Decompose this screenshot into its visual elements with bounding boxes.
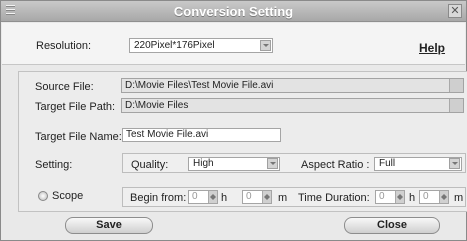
target-path-field[interactable]: D:\Movie Files — [121, 98, 464, 113]
target-path-value: D:\Movie Files — [125, 100, 189, 111]
duration-hours-unit: h — [409, 192, 416, 204]
title-bar[interactable]: Conversion Setting ✕ — [1, 1, 466, 22]
browse-source-button[interactable] — [449, 79, 463, 92]
aspect-ratio-select[interactable]: Full — [374, 157, 462, 171]
quality-select[interactable]: High — [188, 157, 280, 171]
target-name-value: Test Movie File.avi — [126, 129, 209, 140]
spin-arrows-icon[interactable] — [208, 191, 217, 203]
spin-arrows-icon[interactable] — [262, 191, 271, 203]
quality-label: Quality: — [131, 159, 169, 171]
source-file-label: Source File: — [35, 81, 94, 93]
setting-label: Setting: — [35, 159, 73, 171]
scope-radio[interactable] — [38, 191, 48, 201]
begin-hours-stepper[interactable]: 0 — [188, 190, 218, 204]
aspect-ratio-value: Full — [379, 158, 396, 169]
source-file-value: D:\Movie Files\Test Movie File.avi — [125, 80, 274, 91]
close-icon[interactable]: ✕ — [448, 4, 462, 18]
help-link[interactable]: Help — [419, 41, 445, 55]
aspect-ratio-label: Aspect Ratio : — [301, 159, 370, 171]
minutes-unit: m — [278, 192, 288, 204]
dropdown-arrow-icon[interactable] — [267, 158, 278, 169]
close-button[interactable]: Close — [344, 217, 440, 234]
dropdown-arrow-icon[interactable] — [449, 158, 460, 169]
resolution-select[interactable]: 220Pixel*176Pixel — [129, 38, 273, 53]
begin-hours-value: 0 — [192, 191, 198, 202]
spin-arrows-icon[interactable] — [439, 191, 448, 203]
duration-minutes-stepper[interactable]: 0 — [419, 190, 449, 204]
target-name-label: Target File Name: — [35, 131, 122, 143]
window-title: Conversion Setting — [173, 4, 294, 19]
begin-from-label: Begin from: — [130, 192, 187, 204]
time-duration-label: Time Duration: — [298, 192, 370, 204]
target-name-input[interactable]: Test Movie File.avi — [122, 128, 281, 142]
resolution-label: Resolution: — [36, 40, 92, 52]
source-file-field[interactable]: D:\Movie Files\Test Movie File.avi — [121, 78, 464, 93]
spin-arrows-icon[interactable] — [395, 191, 404, 203]
conversion-setting-window: Conversion Setting ✕ Resolution: 220Pixe… — [0, 0, 467, 241]
hours-unit: h — [221, 192, 228, 204]
browse-target-button[interactable] — [449, 99, 463, 112]
begin-minutes-value: 0 — [246, 191, 252, 202]
scope-label: Scope — [52, 190, 84, 202]
save-button[interactable]: Save — [65, 217, 153, 234]
begin-minutes-stepper[interactable]: 0 — [242, 190, 272, 204]
duration-minutes-value: 0 — [423, 191, 429, 202]
duration-hours-value: 0 — [379, 191, 385, 202]
quality-value: High — [193, 158, 214, 169]
duration-hours-stepper[interactable]: 0 — [375, 190, 405, 204]
resolution-value: 220Pixel*176Pixel — [134, 40, 215, 51]
target-path-label: Target File Path: — [35, 101, 116, 113]
dropdown-arrow-icon[interactable] — [260, 40, 271, 51]
duration-minutes-unit: m — [454, 192, 464, 204]
